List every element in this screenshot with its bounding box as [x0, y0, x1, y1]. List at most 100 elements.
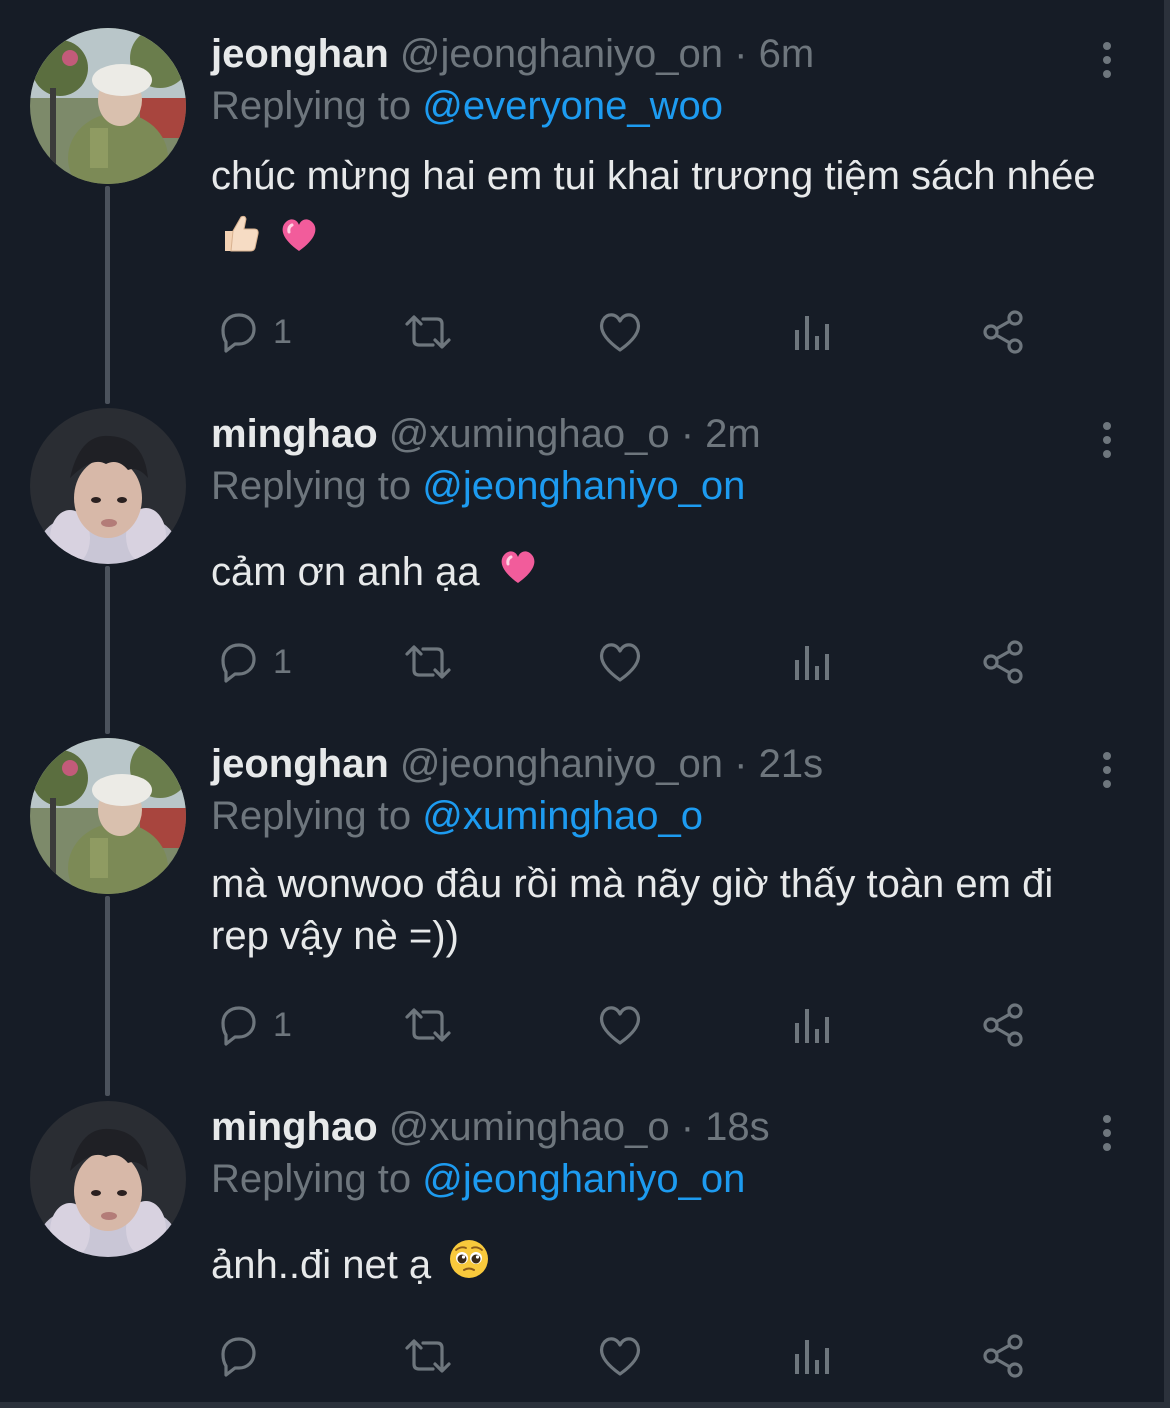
- like-button[interactable]: [595, 1000, 645, 1050]
- pink-heart-icon: [497, 542, 539, 606]
- analytics-icon: [795, 1340, 829, 1374]
- replying-label: Replying to: [211, 464, 412, 508]
- reply-button[interactable]: 1: [213, 637, 292, 687]
- tweet-header: jeonghan @jeonghaniyo_on · 21s: [211, 738, 823, 790]
- heart-icon: [599, 313, 641, 352]
- avatar[interactable]: [30, 1101, 186, 1257]
- heart-icon: [599, 1006, 641, 1045]
- like-button[interactable]: [595, 1331, 645, 1381]
- share-icon: [983, 1334, 1023, 1378]
- timestamp[interactable]: 18s: [705, 1105, 770, 1149]
- heart-icon: [599, 643, 641, 682]
- tweet-text: cảm ơn anh ạa: [211, 540, 1111, 606]
- like-button[interactable]: [595, 637, 645, 687]
- more-options-icon[interactable]: [1095, 420, 1119, 460]
- more-options-icon[interactable]: [1095, 1113, 1119, 1153]
- tweet-header: jeonghan @jeonghaniyo_on · 6m: [211, 28, 814, 80]
- reply-count: 1: [273, 312, 292, 351]
- reply-button[interactable]: 1: [213, 1000, 292, 1050]
- tweet-text-content: chúc mừng hai em tui khai trương tiệm sá…: [211, 154, 1096, 198]
- retweet-icon: [405, 1339, 451, 1373]
- pleading-face-icon: [448, 1235, 490, 1299]
- share-icon: [983, 1003, 1023, 1047]
- retweet-icon: [405, 645, 451, 679]
- user-handle[interactable]: @jeonghaniyo_on: [400, 742, 723, 786]
- replying-label: Replying to: [211, 84, 412, 128]
- tweet-actions: 1: [211, 637, 1051, 687]
- mention-link[interactable]: @xuminghao_o: [422, 794, 703, 838]
- share-button[interactable]: [979, 1331, 1029, 1381]
- replying-label: Replying to: [211, 1157, 412, 1201]
- thread-connector: [105, 566, 110, 734]
- share-icon: [983, 640, 1023, 684]
- like-button[interactable]: [595, 307, 645, 357]
- analytics-icon: [795, 1009, 829, 1043]
- retweet-button[interactable]: [399, 1000, 457, 1050]
- separator-dot: ·: [734, 742, 748, 786]
- replying-to: Replying to @jeonghaniyo_on: [211, 1153, 745, 1205]
- tweet-header: minghao @xuminghao_o · 18s: [211, 1101, 770, 1153]
- avatar[interactable]: [30, 738, 186, 894]
- tweet-text: chúc mừng hai em tui khai trương tiệm sá…: [211, 144, 1111, 274]
- share-button[interactable]: [979, 1000, 1029, 1050]
- replying-to: Replying to @xuminghao_o: [211, 790, 703, 842]
- reply-count: 1: [273, 642, 292, 681]
- display-name[interactable]: jeonghan: [211, 742, 389, 786]
- thread-connector: [105, 896, 110, 1096]
- tweet-actions: [211, 1331, 1051, 1381]
- share-button[interactable]: [979, 637, 1029, 687]
- retweet-button[interactable]: [399, 1331, 457, 1381]
- more-options-icon[interactable]: [1095, 40, 1119, 80]
- retweet-button[interactable]: [399, 637, 457, 687]
- reply-icon: [221, 313, 256, 353]
- avatar[interactable]: [30, 408, 186, 564]
- separator-dot: ·: [680, 1105, 695, 1149]
- mention-link[interactable]: @jeonghaniyo_on: [422, 1157, 745, 1201]
- retweet-button[interactable]: [399, 307, 457, 357]
- user-handle[interactable]: @jeonghaniyo_on: [400, 32, 723, 76]
- thread-view: jeonghan @jeonghaniyo_on · 6m Replying t…: [0, 0, 1170, 1408]
- more-options-icon[interactable]: [1095, 750, 1119, 790]
- reply-button[interactable]: 1: [213, 307, 292, 357]
- display-name[interactable]: jeonghan: [211, 32, 389, 76]
- tweet-text: ảnh..đi net ạ: [211, 1233, 1111, 1299]
- share-button[interactable]: [979, 307, 1029, 357]
- views-button[interactable]: [791, 1331, 835, 1381]
- thread-connector: [105, 186, 110, 404]
- views-button[interactable]: [791, 637, 835, 687]
- analytics-icon: [795, 316, 829, 350]
- tweet-actions: 1: [211, 1000, 1051, 1050]
- share-icon: [983, 310, 1023, 354]
- user-handle[interactable]: @xuminghao_o: [389, 1105, 670, 1149]
- mention-link[interactable]: @jeonghaniyo_on: [422, 464, 745, 508]
- views-button[interactable]: [791, 307, 835, 357]
- replying-to: Replying to @jeonghaniyo_on: [211, 460, 745, 512]
- tweet-text: mà wonwoo đâu rồi mà nãy giờ thấy toàn e…: [211, 858, 1111, 962]
- display-name[interactable]: minghao: [211, 412, 378, 456]
- reply-button[interactable]: [213, 1331, 273, 1381]
- display-name[interactable]: minghao: [211, 1105, 378, 1149]
- avatar[interactable]: [30, 28, 186, 184]
- mention-link[interactable]: @everyone_woo: [422, 84, 723, 128]
- tweet-text-content: mà wonwoo đâu rồi mà nãy giờ thấy toàn e…: [211, 862, 1054, 958]
- reply-icon: [221, 1337, 256, 1377]
- retweet-icon: [405, 315, 451, 349]
- analytics-icon: [795, 646, 829, 680]
- pink-heart-icon: [278, 210, 320, 274]
- separator-dot: ·: [680, 412, 695, 456]
- timestamp[interactable]: 2m: [705, 412, 761, 456]
- tweet-header: minghao @xuminghao_o · 2m: [211, 408, 761, 460]
- replying-label: Replying to: [211, 794, 412, 838]
- tweet-text-content: cảm ơn anh ạa: [211, 550, 480, 594]
- retweet-icon: [405, 1008, 451, 1042]
- reply-count: 1: [273, 1005, 292, 1044]
- user-handle[interactable]: @xuminghao_o: [389, 412, 670, 456]
- thumbs-up-icon: [217, 210, 261, 274]
- reply-icon: [221, 643, 256, 683]
- reply-icon: [221, 1006, 256, 1046]
- separator-dot: ·: [734, 32, 748, 76]
- views-button[interactable]: [791, 1000, 835, 1050]
- timestamp[interactable]: 6m: [759, 32, 815, 76]
- replying-to: Replying to @everyone_woo: [211, 80, 723, 132]
- timestamp[interactable]: 21s: [759, 742, 824, 786]
